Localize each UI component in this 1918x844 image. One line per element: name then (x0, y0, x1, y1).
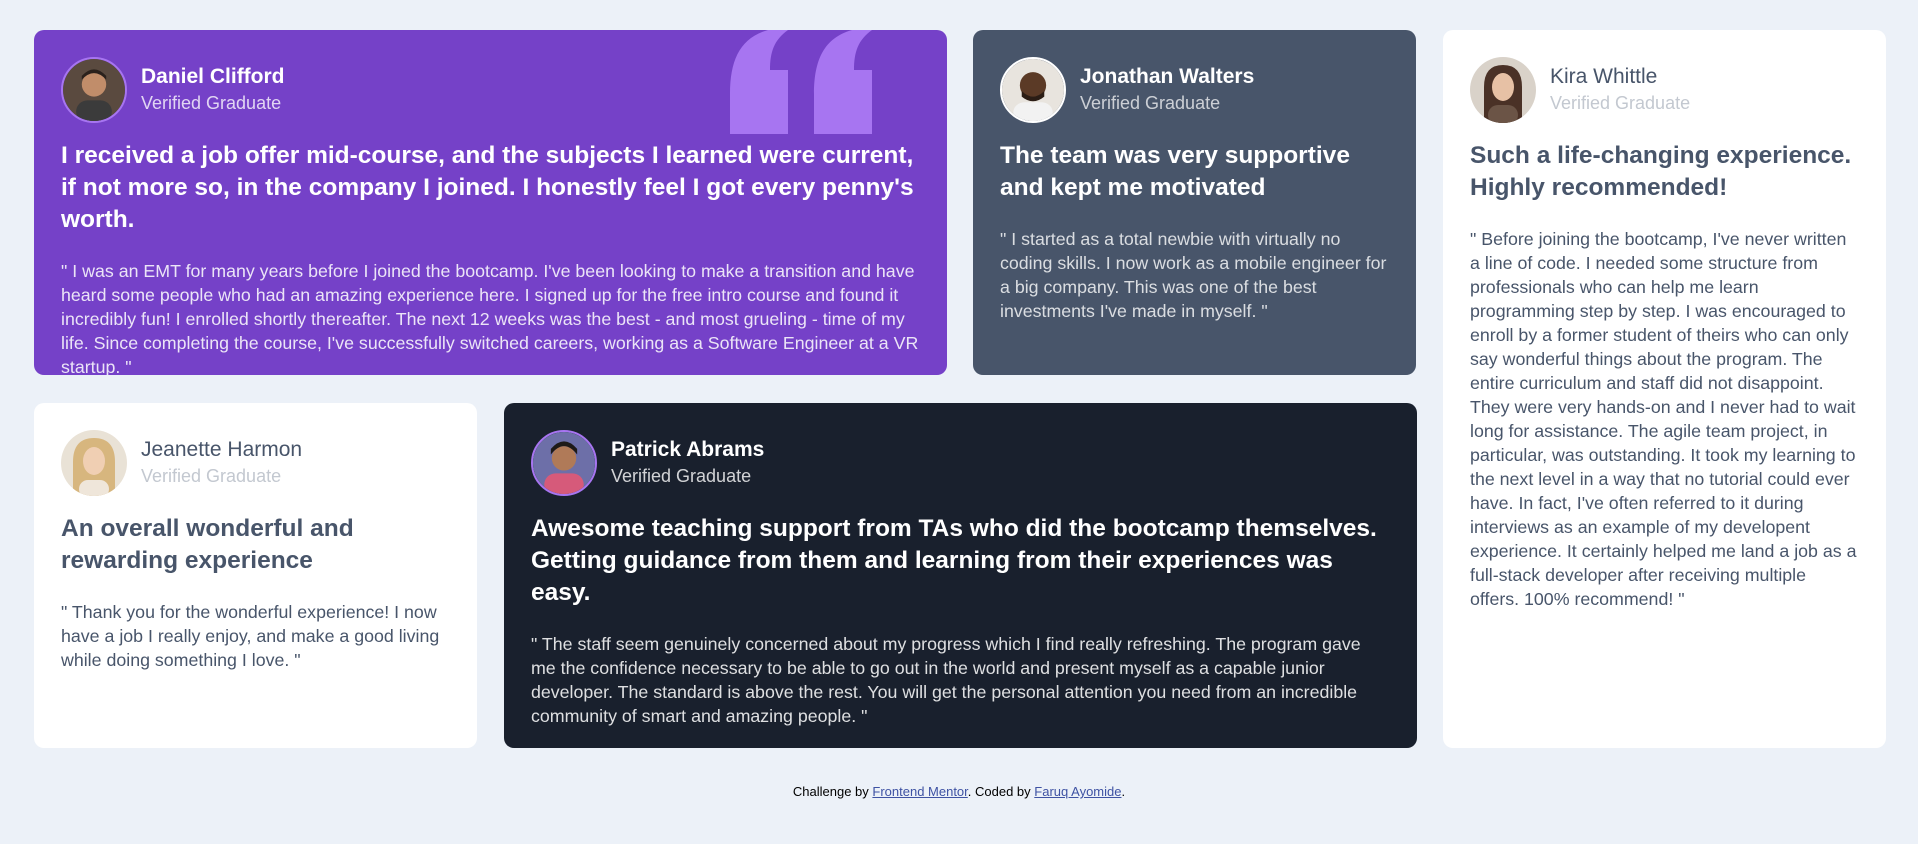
author-name: Jeanette Harmon (141, 438, 303, 461)
author-role: Verified Graduate (141, 93, 282, 113)
author-role: Verified Graduate (141, 466, 282, 486)
avatar (1470, 57, 1536, 123)
testimonial-title: An overall wonderful and rewarding exper… (61, 515, 354, 574)
author-name: Jonathan Walters (1080, 65, 1255, 88)
author-name: Patrick Abrams (611, 438, 765, 461)
testimonial-body: " I was an EMT for many years before I j… (61, 261, 919, 375)
testimonial-card-jonathan-walters: Jonathan Walters Verified Graduate The t… (973, 30, 1416, 375)
author-role: Verified Graduate (1550, 93, 1691, 113)
testimonial-title: Awesome teaching support from TAs who di… (531, 515, 1377, 606)
testimonial-body: " I started as a total newbie with virtu… (1000, 229, 1387, 321)
testimonial-card-jeanette-harmon: Jeanette Harmon Verified Graduate An ove… (34, 403, 477, 748)
testimonial-body: " The staff seem genuinely concerned abo… (531, 634, 1361, 726)
testimonial-header: Jeanette Harmon Verified Graduate (61, 430, 450, 496)
author-name: Daniel Clifford (141, 65, 285, 88)
testimonial-header: Daniel Clifford Verified Graduate (61, 57, 920, 123)
avatar (61, 430, 127, 496)
testimonial-header: Kira Whittle Verified Graduate (1470, 57, 1859, 123)
attribution: Challenge by Frontend Mentor. Coded by F… (0, 782, 1918, 802)
testimonial-title: The team was very supportive and kept me… (1000, 142, 1350, 201)
testimonial-body: " Thank you for the wonderful experience… (61, 602, 440, 670)
author-role: Verified Graduate (1080, 93, 1221, 113)
testimonial-body: " Before joining the bootcamp, I've neve… (1470, 229, 1857, 609)
testimonial-card-patrick-abrams: Patrick Abrams Verified Graduate Awesome… (504, 403, 1417, 748)
author-role: Verified Graduate (611, 466, 752, 486)
attribution-suffix: . (1121, 784, 1126, 799)
author-name: Kira Whittle (1550, 65, 1658, 88)
author-link[interactable]: Faruq Ayomide (1034, 784, 1121, 799)
avatar (531, 430, 597, 496)
testimonial-header: Jonathan Walters Verified Graduate (1000, 57, 1389, 123)
frontend-mentor-link[interactable]: Frontend Mentor (872, 784, 967, 799)
testimonial-card-daniel-clifford: Daniel Clifford Verified Graduate I rece… (34, 30, 947, 375)
testimonial-header: Patrick Abrams Verified Graduate (531, 430, 1390, 496)
avatar (1000, 57, 1066, 123)
testimonial-title: I received a job offer mid-course, and t… (61, 142, 914, 233)
avatar (61, 57, 127, 123)
attribution-middle: . Coded by (967, 784, 1035, 799)
attribution-prefix: Challenge by (792, 784, 873, 799)
testimonial-card-kira-whittle: Kira Whittle Verified Graduate Such a li… (1443, 30, 1886, 748)
testimonial-title: Such a life-changing experience. Highly … (1470, 142, 1852, 201)
